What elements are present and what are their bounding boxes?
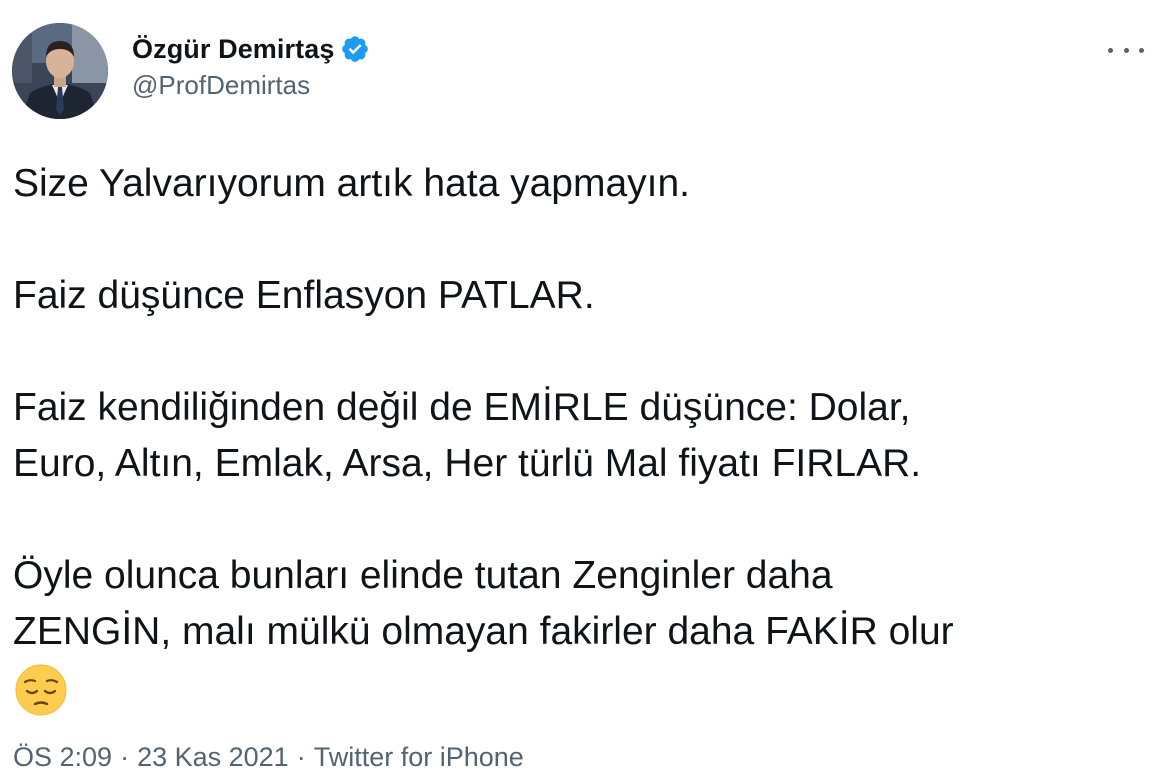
tweet-line: ZENGİN, malı mülkü olmayan fakirler daha… [13,610,954,653]
tweet-date[interactable]: 23 Kas 2021 [137,742,289,772]
profile-photo [12,23,108,119]
dot [1123,47,1129,53]
dot [1139,47,1144,53]
avatar[interactable] [12,23,108,119]
meta-separator: · [120,742,130,772]
tweet-line: Öyle olunca bunları elinde tutan Zenginl… [13,554,833,597]
meta-separator: · [296,742,306,772]
tweet-time[interactable]: ÖS 2:09 [13,742,112,772]
name-row: Özgür Demirtaş [132,30,370,68]
author-block: Özgür Demirtaş @ProfDemirtas [132,30,370,101]
tweet-line: Faiz düşünce Enflasyon PATLAR. [13,274,595,317]
tweet-source[interactable]: Twitter for iPhone [314,742,524,772]
verified-badge-icon [340,34,370,64]
tweet-line: Faiz kendiliğinden değil de EMİRLE düşün… [13,386,911,429]
display-name[interactable]: Özgür Demirtaş [132,34,334,65]
handle[interactable]: @ProfDemirtas [132,70,370,101]
tweet-card: Özgür Demirtaş @ProfDemirtas Size Yalvar… [0,0,1168,778]
pensive-face-emoji-icon [13,662,69,718]
more-options-icon[interactable] [1108,38,1144,62]
dot [1108,47,1113,53]
emoji-line [13,660,1143,718]
tweet-line: Size Yalvarıyorum artık hata yapmayın. [13,162,691,205]
tweet-line: Euro, Altın, Emlak, Arsa, Her türlü Mal … [13,442,922,485]
tweet-text: Size Yalvarıyorum artık hata yapmayın. F… [13,156,1143,718]
tweet-meta: ÖS 2:09 · 23 Kas 2021 · Twitter for iPhone [13,742,524,773]
